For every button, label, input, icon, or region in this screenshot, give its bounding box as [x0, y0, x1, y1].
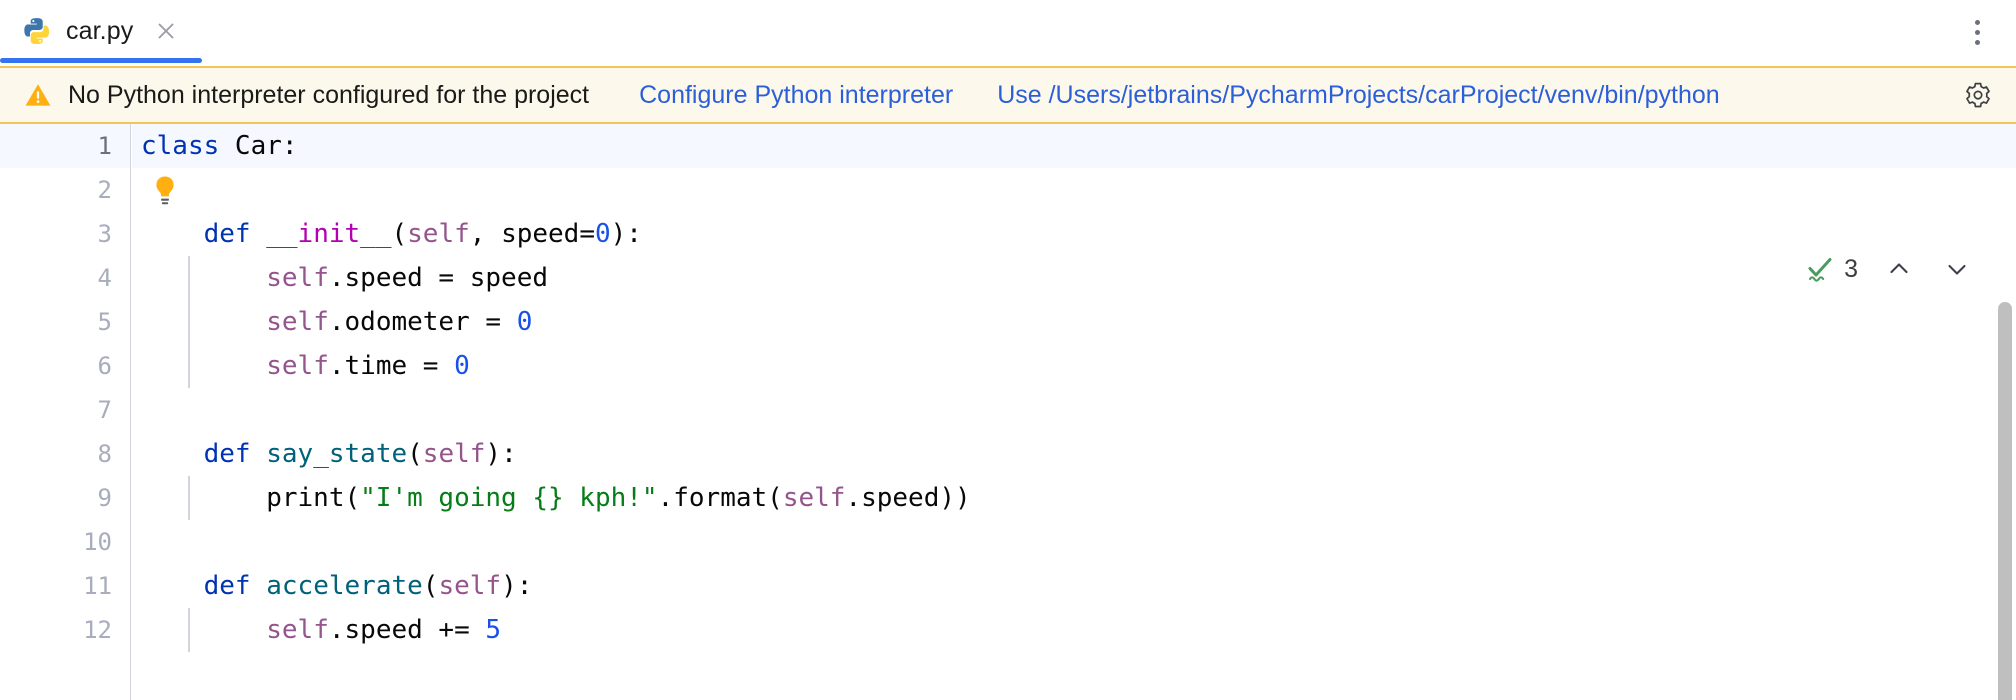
more-vertical-icon[interactable]	[1960, 14, 1994, 50]
gutter-line-number[interactable]: 11	[0, 564, 130, 608]
warning-triangle-icon	[0, 81, 52, 109]
gutter-line-number[interactable]: 12	[0, 608, 130, 652]
inspection-count: 3	[1844, 255, 1858, 284]
editor-tab-bar: car.py	[0, 0, 2016, 65]
code-token-self: self	[438, 571, 501, 601]
code-token-num: 0	[595, 219, 611, 249]
code-line[interactable]: print("I'm going {} kph!".format(self.sp…	[132, 476, 2016, 520]
code-line[interactable]: self.speed = speed	[132, 256, 2016, 300]
python-file-icon	[22, 16, 52, 46]
gear-icon[interactable]	[1962, 80, 1994, 112]
code-token-plain: , speed=	[470, 219, 595, 249]
code-line[interactable]	[132, 388, 2016, 432]
editor-tab-car-py[interactable]: car.py	[0, 0, 179, 62]
inspection-widget: 3	[1801, 250, 1978, 288]
close-icon[interactable]	[153, 18, 179, 44]
gutter-line-number[interactable]: 3	[0, 212, 130, 256]
gutter-line-number[interactable]: 7	[0, 388, 130, 432]
intention-bulb-icon[interactable]	[150, 174, 180, 206]
code-token-num: 0	[517, 307, 533, 337]
code-token-self: self	[423, 439, 486, 469]
code-token-self: self	[266, 615, 329, 645]
code-token-num: 5	[485, 615, 501, 645]
code-line[interactable]: self.time = 0	[132, 344, 2016, 388]
gutter-line-number[interactable]: 1	[0, 124, 130, 168]
code-token-plain: .speed))	[845, 483, 970, 513]
code-token-plain: (	[407, 439, 423, 469]
gutter-line-number[interactable]: 6	[0, 344, 130, 388]
code-token-plain	[141, 307, 266, 337]
code-token-plain: Car:	[219, 131, 297, 161]
code-token-plain	[141, 615, 266, 645]
code-line[interactable]: self.speed += 5	[132, 608, 2016, 652]
code-token-plain	[141, 219, 204, 249]
code-token-kw: class	[141, 131, 219, 161]
editor-vertical-scrollbar[interactable]	[1998, 302, 2012, 700]
code-token-num: 0	[454, 351, 470, 381]
code-content[interactable]: class Car: def __init__(self, speed=0): …	[132, 124, 2016, 700]
gutter-line-number[interactable]: 10	[0, 520, 130, 564]
code-token-kw: def	[204, 439, 251, 469]
code-token-str: "I'm going {} kph!"	[360, 483, 657, 513]
gutter-line-number[interactable]: 4	[0, 256, 130, 300]
chevron-up-icon[interactable]	[1882, 252, 1916, 286]
code-token-self: self	[407, 219, 470, 249]
code-token-plain: ):	[611, 219, 642, 249]
code-token-self: self	[783, 483, 846, 513]
code-line[interactable]: def accelerate(self):	[132, 564, 2016, 608]
code-token-plain: ):	[501, 571, 532, 601]
code-token-plain	[141, 571, 204, 601]
code-token-plain	[251, 219, 267, 249]
code-token-plain: .format(	[658, 483, 783, 513]
code-token-dunder: __init__	[266, 219, 391, 249]
chevron-down-icon[interactable]	[1940, 252, 1974, 286]
code-line[interactable]: def __init__(self, speed=0):	[132, 212, 2016, 256]
code-token-plain: (	[423, 571, 439, 601]
indent-guide	[188, 300, 190, 344]
code-line[interactable]: class Car:	[132, 124, 2016, 168]
code-token-plain	[141, 439, 204, 469]
indent-guide	[188, 256, 190, 300]
code-token-self: self	[266, 263, 329, 293]
code-token-plain: .speed = speed	[329, 263, 548, 293]
code-token-plain: .speed +=	[329, 615, 486, 645]
scrollbar-thumb[interactable]	[1998, 302, 2012, 700]
code-line[interactable]: def say_state(self):	[132, 432, 2016, 476]
code-token-plain: .time =	[329, 351, 454, 381]
configure-python-interpreter-link[interactable]: Configure Python interpreter	[639, 81, 953, 110]
gutter-line-number[interactable]: 2	[0, 168, 130, 212]
active-tab-indicator	[0, 58, 202, 63]
code-line[interactable]: self.odometer = 0	[132, 300, 2016, 344]
code-token-plain: print(	[141, 483, 360, 513]
code-token-plain	[141, 263, 266, 293]
code-token-self: self	[266, 307, 329, 337]
code-token-kw: def	[204, 571, 251, 601]
code-line[interactable]	[132, 520, 2016, 564]
code-token-self: self	[266, 351, 329, 381]
code-token-plain: .odometer =	[329, 307, 517, 337]
editor-gutter[interactable]: 123456789101112	[0, 124, 131, 700]
indent-guide	[188, 608, 190, 652]
inspection-ok-icon[interactable]	[1805, 255, 1835, 283]
code-token-kw: def	[204, 219, 251, 249]
use-venv-python-link[interactable]: Use /Users/jetbrains/PycharmProjects/car…	[997, 81, 1720, 110]
code-token-fn: say_state	[266, 439, 407, 469]
gutter-line-number[interactable]: 9	[0, 476, 130, 520]
code-token-fn: accelerate	[266, 571, 423, 601]
code-token-plain	[251, 439, 267, 469]
code-line[interactable]	[132, 168, 2016, 212]
interpreter-notification-banner: No Python interpreter configured for the…	[0, 66, 2016, 124]
code-token-plain	[141, 351, 266, 381]
code-editor[interactable]: 123456789101112 class Car: def __init__(…	[0, 124, 2016, 700]
indent-guide	[188, 476, 190, 520]
code-token-plain	[251, 571, 267, 601]
indent-guide	[188, 344, 190, 388]
editor-tab-label: car.py	[66, 17, 133, 46]
pycharm-editor-window: car.py No Python interpreter configured …	[0, 0, 2016, 700]
code-token-plain: ):	[485, 439, 516, 469]
gutter-line-number[interactable]: 5	[0, 300, 130, 344]
gutter-line-number[interactable]: 8	[0, 432, 130, 476]
code-token-plain: (	[391, 219, 407, 249]
banner-message: No Python interpreter configured for the…	[68, 81, 589, 110]
